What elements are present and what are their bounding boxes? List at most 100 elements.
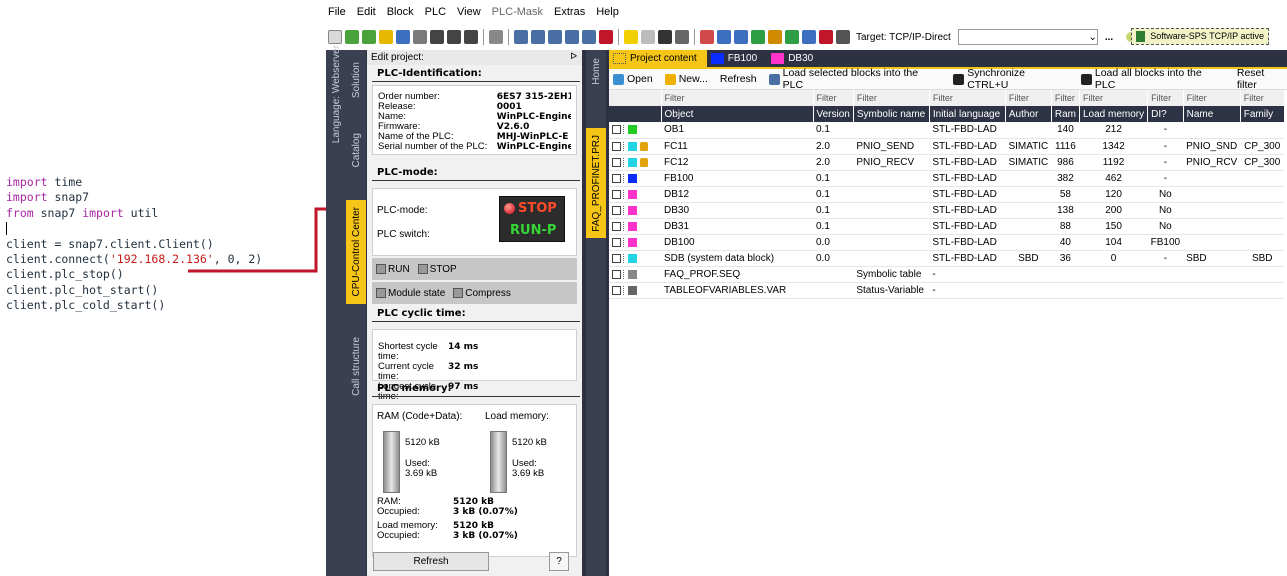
plc-icon[interactable] xyxy=(819,30,833,44)
tab-solution[interactable]: Solution xyxy=(346,52,366,108)
target-select[interactable]: ⌄ xyxy=(957,29,1098,45)
print-icon[interactable] xyxy=(489,30,503,44)
menu-edit[interactable]: Edit xyxy=(357,6,376,24)
column-header[interactable]: Ram xyxy=(1051,106,1080,122)
network-icon[interactable] xyxy=(751,30,765,44)
table-row[interactable]: DB30 0.1 STL-FBD-LAD 138 200 No xyxy=(609,202,1285,219)
sym-list-icon[interactable] xyxy=(734,30,748,44)
tab-fb100[interactable]: FB100 xyxy=(707,50,767,67)
filter-cell[interactable]: Filter xyxy=(929,90,1006,106)
help-button[interactable]: ? xyxy=(549,552,569,571)
menu-help[interactable]: Help xyxy=(596,6,619,24)
more-options-button[interactable]: ... xyxy=(1105,32,1113,43)
table-row[interactable]: SDB (system data block) 0.0 STL-FBD-LAD SBD… xyxy=(609,250,1285,267)
menu-plc[interactable]: PLC xyxy=(425,6,446,24)
delete-icon[interactable] xyxy=(658,30,672,44)
table-row[interactable]: FC11 2.0 PNIO_SEND STL-FBD-LAD SIMATIC 1116 13… xyxy=(609,138,1285,155)
open-project-icon[interactable] xyxy=(345,30,359,44)
column-header[interactable]: Family xyxy=(1240,106,1285,122)
tab-cpu-control-center[interactable]: CPU-Control Center xyxy=(346,200,366,304)
python-code-snippet[interactable]: import time import snap7 from snap7 import… xyxy=(6,175,262,314)
search-icon[interactable] xyxy=(430,30,444,44)
copy-icon[interactable] xyxy=(641,30,655,44)
column-header[interactable]: Author xyxy=(1005,106,1052,122)
variable-icon[interactable] xyxy=(768,30,782,44)
sym-toggle-icon[interactable] xyxy=(717,30,731,44)
search-next-icon[interactable] xyxy=(447,30,461,44)
module-state-button[interactable]: Module state xyxy=(376,288,445,299)
tab-language-webserver[interactable]: Language: Webserver xyxy=(326,45,346,143)
block-compare-icon[interactable] xyxy=(565,30,579,44)
compress-button[interactable]: Compress xyxy=(453,288,511,299)
column-header[interactable]: Symbolic name xyxy=(853,106,930,122)
save-icon[interactable] xyxy=(396,30,410,44)
row-checkbox[interactable] xyxy=(612,269,621,279)
table-row[interactable]: DB12 0.1 STL-FBD-LAD 58 120 No xyxy=(609,186,1285,203)
refresh-button[interactable]: Refresh xyxy=(720,73,757,85)
properties-icon[interactable] xyxy=(413,30,427,44)
filter-cell[interactable]: Filter xyxy=(1240,90,1285,106)
pin-icon[interactable]: ᐅ xyxy=(570,51,577,62)
filter-cell[interactable]: Filter xyxy=(813,90,854,106)
column-header[interactable]: Version xyxy=(813,106,854,122)
row-checkbox[interactable] xyxy=(612,189,621,199)
open-folder-icon[interactable] xyxy=(362,30,376,44)
filter-cell[interactable]: Filter xyxy=(1147,90,1184,106)
columns-icon[interactable] xyxy=(675,30,689,44)
open-button[interactable]: Open xyxy=(613,73,653,85)
row-checkbox[interactable] xyxy=(612,173,621,183)
filter-cell[interactable] xyxy=(609,90,662,106)
reset-filter-button[interactable]: Reset filter xyxy=(1237,67,1287,91)
table-row[interactable]: OB1 0.1 STL-FBD-LAD 140 212- xyxy=(609,122,1285,139)
wizard-icon[interactable] xyxy=(379,30,393,44)
column-header[interactable]: DI? xyxy=(1147,106,1184,122)
menu-plc-mask[interactable]: PLC-Mask xyxy=(492,6,543,24)
block-remove-icon[interactable] xyxy=(599,30,613,44)
column-header[interactable]: Initial language xyxy=(929,106,1006,122)
tab-home[interactable]: Home xyxy=(586,52,606,90)
menu-block[interactable]: Block xyxy=(387,6,414,24)
column-header[interactable] xyxy=(609,106,662,122)
table-row[interactable]: DB100 0.0 STL-FBD-LAD 40 104 FB100 xyxy=(609,234,1285,251)
row-checkbox[interactable] xyxy=(612,285,621,295)
synchronize-button[interactable]: Synchronize CTRL+U xyxy=(953,67,1069,91)
cut-icon[interactable] xyxy=(624,30,638,44)
filter-cell[interactable]: Filter xyxy=(1079,90,1149,106)
refresh-button[interactable]: Refresh xyxy=(373,552,489,571)
row-checkbox[interactable] xyxy=(612,205,621,215)
table-row[interactable]: TABLEOFVARIABLES.VAR Status-Variable - xyxy=(609,282,1285,299)
column-header[interactable]: Load memory xyxy=(1079,106,1149,122)
table-row[interactable]: FAQ_PROF.SEQ Symbolic table - xyxy=(609,266,1285,283)
run-button[interactable]: RUN xyxy=(376,264,410,275)
table-row[interactable]: FC12 2.0 PNIO_RECV STL-FBD-LAD SIMATIC 986 119… xyxy=(609,154,1285,171)
menu-file[interactable]: File xyxy=(328,6,346,24)
row-checkbox[interactable] xyxy=(612,221,621,231)
row-checkbox[interactable] xyxy=(612,125,621,135)
plus-box-icon[interactable] xyxy=(802,30,816,44)
new-project-icon[interactable] xyxy=(328,30,342,44)
row-checkbox[interactable] xyxy=(612,253,621,263)
load-all-button[interactable]: Load all blocks into the PLC xyxy=(1080,67,1225,91)
row-checkbox[interactable] xyxy=(612,141,621,151)
filter-icon[interactable] xyxy=(836,30,850,44)
filter-cell[interactable]: Filter xyxy=(1183,90,1241,106)
filter-cell[interactable]: Filter xyxy=(661,90,814,106)
filter-cell[interactable]: Filter xyxy=(1005,90,1052,106)
tab-project-content[interactable]: Project content xyxy=(609,50,707,67)
menu-extras[interactable]: Extras xyxy=(554,6,585,24)
column-header[interactable]: Object xyxy=(661,106,814,122)
new-button[interactable]: New... xyxy=(664,73,708,85)
check-icon[interactable] xyxy=(785,30,799,44)
tab-catalog[interactable]: Catalog xyxy=(346,120,366,180)
table-row[interactable]: DB31 0.1 STL-FBD-LAD 88 150 No xyxy=(609,218,1285,235)
filter-cell[interactable]: Filter xyxy=(1051,90,1080,106)
tab-faq-profinet-prj[interactable]: FAQ_PROFINET.PRJ xyxy=(586,128,606,238)
row-checkbox[interactable] xyxy=(612,237,621,247)
search-replace-icon[interactable] xyxy=(464,30,478,44)
block-add-icon[interactable] xyxy=(531,30,545,44)
load-selected-button[interactable]: Load selected blocks into the PLC xyxy=(768,67,942,91)
filter-cell[interactable]: Filter xyxy=(853,90,930,106)
menu-view[interactable]: View xyxy=(457,6,481,24)
tab-db30[interactable]: DB30 xyxy=(767,50,823,67)
block-insert-icon[interactable] xyxy=(514,30,528,44)
